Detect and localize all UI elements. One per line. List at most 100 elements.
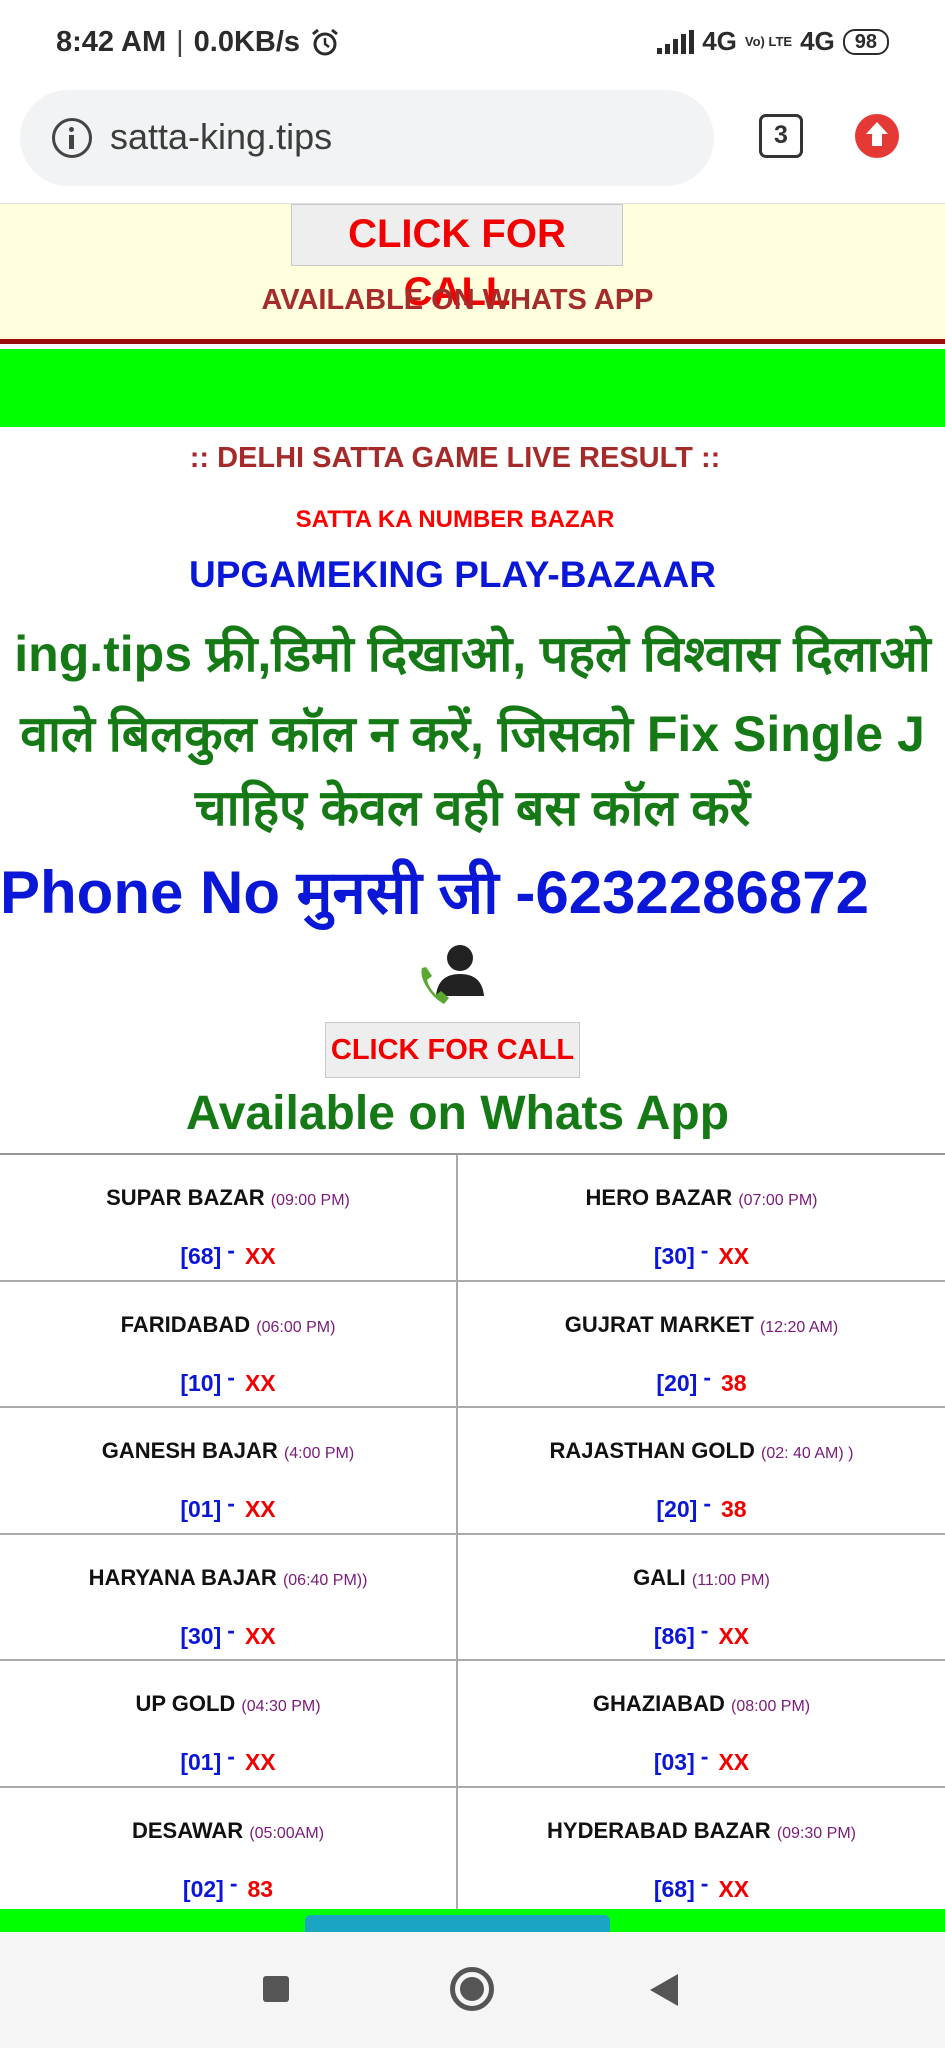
- new-value: 38: [720, 1496, 747, 1522]
- top-available-text: AVAILABLE ON WHATS APP: [261, 284, 654, 316]
- market-name: SUPAR BAZAR: [106, 1185, 265, 1210]
- network-type-2: 4G: [800, 26, 835, 56]
- market-title: HYDERABAD BAZAR (09:30 PM): [458, 1818, 945, 1844]
- old-number: [30]: [180, 1622, 222, 1649]
- market-title: DESAWAR (05:00AM): [0, 1818, 456, 1844]
- result-cell: SUPAR BAZAR (09:00 PM) [68] - XX: [0, 1155, 458, 1280]
- table-row: FARIDABAD (06:00 PM) [10] - XX GUJRAT MARK…: [0, 1281, 945, 1408]
- dash: -: [700, 1869, 709, 1896]
- old-number: [30]: [653, 1243, 695, 1269]
- new-value: 38: [720, 1369, 747, 1396]
- browser-toolbar: satta-king.tips 3: [0, 88, 945, 204]
- market-time: (12:20 AM): [759, 1318, 839, 1336]
- result-cell: DESAWAR (05:00AM) [02] -83: [0, 1787, 458, 1912]
- market-result: [01] - XX: [0, 1743, 456, 1776]
- market-name: RAJASTHAN GOLD: [549, 1438, 755, 1463]
- dash: -: [229, 1869, 238, 1896]
- market-title: RAJASTHAN GOLD (02: 40 AM) ): [458, 1438, 945, 1464]
- volte-badge: Vo) LTE: [744, 34, 793, 49]
- top-call-button[interactable]: CLICK FOR CALL: [291, 204, 623, 314]
- status-right: 4G Vo) LTE 4G 98: [657, 26, 889, 57]
- network-speed: 0.0KB/s: [193, 26, 301, 58]
- old-number: [10]: [180, 1369, 222, 1396]
- table-row: GANESH BAJAR (4:00 PM) [01] - XX RAJASTHAN…: [0, 1408, 945, 1535]
- dash: -: [703, 1363, 711, 1390]
- market-time: (05:00AM): [249, 1824, 325, 1842]
- market-time: (06:00 PM): [256, 1318, 336, 1336]
- tab-switcher-button[interactable]: 3: [759, 114, 803, 158]
- new-value: XX: [718, 1622, 750, 1649]
- green-band: [0, 349, 945, 427]
- old-number: [03]: [653, 1749, 695, 1775]
- address-bar[interactable]: satta-king.tips: [20, 90, 714, 186]
- old-number: [68]: [653, 1875, 695, 1902]
- triangle-back-icon[interactable]: [650, 1974, 678, 2006]
- market-title: GALI (11:00 PM): [458, 1565, 945, 1591]
- new-value: XX: [718, 1749, 750, 1775]
- market-result: [20] -38: [458, 1490, 945, 1523]
- market-time: (4:00 PM): [283, 1445, 355, 1462]
- dash: -: [700, 1237, 709, 1263]
- url-text[interactable]: satta-king.tips: [110, 116, 332, 158]
- phone-number-line[interactable]: Phone No मुनसी जी -6232286872: [0, 849, 945, 931]
- market-result: [03] - XX: [458, 1743, 945, 1776]
- market-title: GHAZIABAD (08:00 PM): [458, 1691, 945, 1717]
- new-value: XX: [244, 1622, 276, 1649]
- new-value: XX: [244, 1749, 276, 1775]
- square-icon[interactable]: [263, 1976, 289, 2002]
- market-name: GUJRAT MARKET: [564, 1311, 754, 1337]
- dash: -: [227, 1363, 235, 1390]
- market-title: GUJRAT MARKET (12:20 AM): [458, 1312, 945, 1338]
- market-time: (09:30 PM): [776, 1824, 856, 1842]
- result-cell: GALI (11:00 PM) [86] - XX: [458, 1535, 945, 1660]
- dash: -: [700, 1616, 709, 1643]
- market-name: FARIDABAD: [120, 1311, 251, 1337]
- result-cell: RAJASTHAN GOLD (02: 40 AM) ) [20] -38: [458, 1408, 945, 1533]
- result-cell: GUJRAT MARKET (12:20 AM) [20] -38: [458, 1282, 945, 1407]
- market-name: HERO BAZAR: [585, 1185, 733, 1210]
- page-content[interactable]: CLICK FOR CALL AVAILABLE ON WHATS APP ::…: [0, 204, 945, 1932]
- status-bar: 8:42 AM | 0.0KB/s 4G Vo) LTE 4G 98: [0, 0, 945, 88]
- update-arrow-icon[interactable]: [855, 114, 899, 158]
- market-name: DESAWAR: [131, 1817, 244, 1843]
- market-result: [01] - XX: [0, 1490, 456, 1523]
- scroll-handle[interactable]: [305, 1915, 610, 1932]
- market-time: (11:00 PM): [691, 1571, 770, 1589]
- new-value: XX: [718, 1243, 750, 1269]
- signal-icon: [657, 29, 695, 54]
- clock: 8:42 AM: [56, 26, 167, 58]
- market-result: [86] - XX: [458, 1617, 945, 1650]
- hindi-line-1: ing.tips फ्री,डिमो दिखाओ, पहले विश्वास द…: [14, 626, 931, 682]
- old-number: [01]: [180, 1749, 222, 1775]
- market-time: (08:00 PM): [730, 1698, 811, 1715]
- market-title: UP GOLD (04:30 PM): [0, 1691, 456, 1717]
- old-number: [68]: [180, 1243, 222, 1269]
- dash: -: [227, 1237, 235, 1263]
- table-row: HARYANA BAJAR (06:40 PM)) [30] - XX GALI (…: [0, 1534, 945, 1661]
- result-cell: HARYANA BAJAR (06:40 PM)) [30] - XX: [0, 1534, 458, 1659]
- market-result: [30] - XX: [458, 1237, 945, 1270]
- result-cell: HYDERABAD BAZAR (09:30 PM) [68] - XX: [458, 1788, 945, 1913]
- call-button[interactable]: CLICK FOR CALL: [325, 1022, 580, 1078]
- result-cell: UP GOLD (04:30 PM) [01] - XX: [0, 1661, 458, 1786]
- heading-delhi: :: DELHI SATTA GAME LIVE RESULT ::: [189, 442, 721, 474]
- market-name: UP GOLD: [135, 1691, 236, 1716]
- status-left: 8:42 AM | 0.0KB/s: [56, 26, 340, 59]
- hindi-line-2: वाले बिलकुल कॉल न करें, जिसको Fix Single…: [20, 706, 925, 762]
- network-type-1: 4G: [702, 26, 737, 56]
- call-banner: CLICK FOR CALL AVAILABLE ON WHATS APP: [0, 204, 945, 344]
- table-row: DESAWAR (05:00AM) [02] -83 HYDERABAD BAZA…: [0, 1787, 945, 1914]
- info-icon[interactable]: [52, 118, 92, 158]
- new-value: XX: [244, 1369, 276, 1396]
- market-result: [02] -83: [0, 1870, 456, 1903]
- new-value: 83: [247, 1875, 274, 1902]
- result-cell: FARIDABAD (06:00 PM) [10] - XX: [0, 1281, 458, 1406]
- dash: -: [227, 1616, 235, 1643]
- old-number: [20]: [656, 1496, 698, 1522]
- phone-contact-icon[interactable]: [416, 940, 486, 1010]
- available-whatsapp-text: Available on Whats App: [185, 1087, 730, 1140]
- circle-icon[interactable]: [450, 1967, 494, 2011]
- result-cell: GANESH BAJAR (4:00 PM) [01] - XX: [0, 1408, 458, 1533]
- market-name: GANESH BAJAR: [101, 1438, 278, 1463]
- dash: -: [700, 1743, 709, 1769]
